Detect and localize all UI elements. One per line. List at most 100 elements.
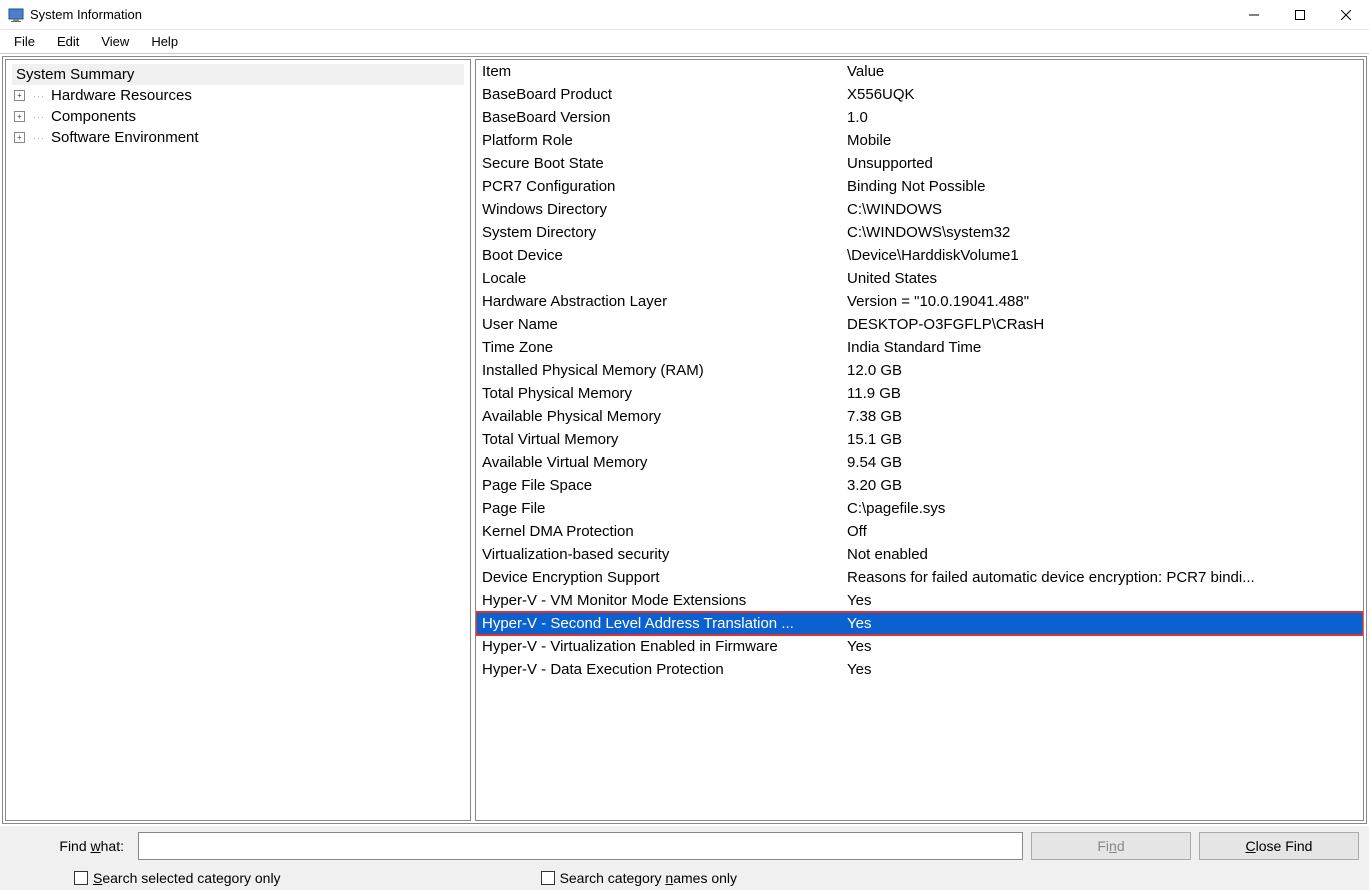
table-row[interactable]: Available Physical Memory7.38 GB — [476, 405, 1363, 428]
table-row[interactable]: Secure Boot StateUnsupported — [476, 152, 1363, 175]
window-title: System Information — [30, 7, 142, 22]
table-row[interactable]: Total Physical Memory11.9 GB — [476, 382, 1363, 405]
cell-item: Available Physical Memory — [476, 405, 841, 428]
table-row[interactable]: Time ZoneIndia Standard Time — [476, 336, 1363, 359]
table-row[interactable]: System DirectoryC:\WINDOWS\system32 — [476, 221, 1363, 244]
table-row[interactable]: User NameDESKTOP-O3FGFLP\CRasH — [476, 313, 1363, 336]
tree-pane[interactable]: System Summary +···Hardware Resources+··… — [5, 59, 471, 821]
cell-value: Yes — [841, 589, 1363, 612]
cell-value: 12.0 GB — [841, 359, 1363, 382]
close-button[interactable] — [1323, 0, 1369, 30]
table-header-row[interactable]: Item Value — [476, 60, 1363, 83]
window-controls — [1231, 0, 1369, 30]
tree-node[interactable]: +···Software Environment — [12, 127, 464, 148]
header-value[interactable]: Value — [841, 60, 1363, 83]
find-input[interactable] — [138, 832, 1023, 860]
find-button[interactable]: Find — [1031, 832, 1191, 860]
table-row[interactable]: Installed Physical Memory (RAM)12.0 GB — [476, 359, 1363, 382]
cell-item: BaseBoard Version — [476, 106, 841, 129]
cell-item: Virtualization-based security — [476, 543, 841, 566]
tree-system-summary[interactable]: System Summary — [12, 64, 464, 85]
cell-value: India Standard Time — [841, 336, 1363, 359]
cell-item: Total Physical Memory — [476, 382, 841, 405]
expand-icon[interactable]: + — [14, 132, 25, 143]
minimize-button[interactable] — [1231, 0, 1277, 30]
expand-icon[interactable]: + — [14, 90, 25, 101]
cell-value: Mobile — [841, 129, 1363, 152]
cell-item: Hyper-V - Data Execution Protection — [476, 658, 841, 681]
expand-icon[interactable]: + — [14, 111, 25, 122]
cell-value: 11.9 GB — [841, 382, 1363, 405]
table-row[interactable]: Page FileC:\pagefile.sys — [476, 497, 1363, 520]
cell-value: 7.38 GB — [841, 405, 1363, 428]
find-bar: Find what: Find Close Find Search select… — [0, 826, 1369, 890]
cell-value: 1.0 — [841, 106, 1363, 129]
menu-view[interactable]: View — [91, 32, 139, 51]
table-row[interactable]: Total Virtual Memory15.1 GB — [476, 428, 1363, 451]
cell-value: Reasons for failed automatic device encr… — [841, 566, 1363, 589]
tree-node-label: Components — [51, 108, 136, 125]
details-pane[interactable]: Item Value BaseBoard ProductX556UQKBaseB… — [475, 59, 1364, 821]
menu-file[interactable]: File — [4, 32, 45, 51]
maximize-button[interactable] — [1277, 0, 1323, 30]
table-row[interactable]: Hyper-V - Virtualization Enabled in Firm… — [476, 635, 1363, 658]
cell-value: Unsupported — [841, 152, 1363, 175]
cell-item: Total Virtual Memory — [476, 428, 841, 451]
close-find-button[interactable]: Close Find — [1199, 832, 1359, 860]
table-row[interactable]: Windows DirectoryC:\WINDOWS — [476, 198, 1363, 221]
header-item[interactable]: Item — [476, 60, 841, 83]
cell-item: BaseBoard Product — [476, 83, 841, 106]
table-row[interactable]: Device Encryption SupportReasons for fai… — [476, 566, 1363, 589]
cell-value: 15.1 GB — [841, 428, 1363, 451]
table-row[interactable]: Hyper-V - VM Monitor Mode ExtensionsYes — [476, 589, 1363, 612]
menubar: File Edit View Help — [0, 30, 1369, 54]
table-row[interactable]: Boot Device\Device\HarddiskVolume1 — [476, 244, 1363, 267]
cell-value: \Device\HarddiskVolume1 — [841, 244, 1363, 267]
cell-item: PCR7 Configuration — [476, 175, 841, 198]
tree-node-label: Software Environment — [51, 129, 199, 146]
table-row[interactable]: Virtualization-based securityNot enabled — [476, 543, 1363, 566]
table-row[interactable]: PCR7 ConfigurationBinding Not Possible — [476, 175, 1363, 198]
table-row[interactable]: Hardware Abstraction LayerVersion = "10.… — [476, 290, 1363, 313]
table-row[interactable]: BaseBoard ProductX556UQK — [476, 83, 1363, 106]
cell-value: X556UQK — [841, 83, 1363, 106]
table-row[interactable]: Platform RoleMobile — [476, 129, 1363, 152]
cell-value: Version = "10.0.19041.488" — [841, 290, 1363, 313]
titlebar: System Information — [0, 0, 1369, 30]
tree-node-label: Hardware Resources — [51, 87, 192, 104]
tree-node[interactable]: +···Hardware Resources — [12, 85, 464, 106]
content-area: System Summary +···Hardware Resources+··… — [2, 56, 1367, 824]
details-table: Item Value BaseBoard ProductX556UQKBaseB… — [476, 60, 1363, 681]
app-icon — [8, 7, 24, 23]
table-row[interactable]: Hyper-V - Data Execution ProtectionYes — [476, 658, 1363, 681]
cell-item: Hyper-V - Virtualization Enabled in Firm… — [476, 635, 841, 658]
cell-item: Locale — [476, 267, 841, 290]
cell-item: Time Zone — [476, 336, 841, 359]
cell-item: Hardware Abstraction Layer — [476, 290, 841, 313]
table-row[interactable]: Page File Space3.20 GB — [476, 474, 1363, 497]
table-row[interactable]: Kernel DMA ProtectionOff — [476, 520, 1363, 543]
cell-value: 3.20 GB — [841, 474, 1363, 497]
cell-item: Hyper-V - Second Level Address Translati… — [476, 612, 841, 635]
cell-item: Page File — [476, 497, 841, 520]
cell-item: Boot Device — [476, 244, 841, 267]
menu-edit[interactable]: Edit — [47, 32, 89, 51]
cell-value: Off — [841, 520, 1363, 543]
search-selected-category-checkbox[interactable]: Search selected category only — [74, 870, 281, 886]
table-row[interactable]: Hyper-V - Second Level Address Translati… — [476, 612, 1363, 635]
table-row[interactable]: BaseBoard Version1.0 — [476, 106, 1363, 129]
search-category-names-checkbox[interactable]: Search category names only — [541, 870, 737, 886]
cell-item: Kernel DMA Protection — [476, 520, 841, 543]
tree-node[interactable]: +···Components — [12, 106, 464, 127]
table-row[interactable]: LocaleUnited States — [476, 267, 1363, 290]
menu-help[interactable]: Help — [141, 32, 188, 51]
find-label: Find what: — [10, 838, 130, 854]
cell-value: Yes — [841, 612, 1363, 635]
table-row[interactable]: Available Virtual Memory9.54 GB — [476, 451, 1363, 474]
cell-item: Available Virtual Memory — [476, 451, 841, 474]
cell-value: C:\WINDOWS\system32 — [841, 221, 1363, 244]
cell-item: Page File Space — [476, 474, 841, 497]
cell-item: Installed Physical Memory (RAM) — [476, 359, 841, 382]
cell-item: Windows Directory — [476, 198, 841, 221]
cell-item: User Name — [476, 313, 841, 336]
